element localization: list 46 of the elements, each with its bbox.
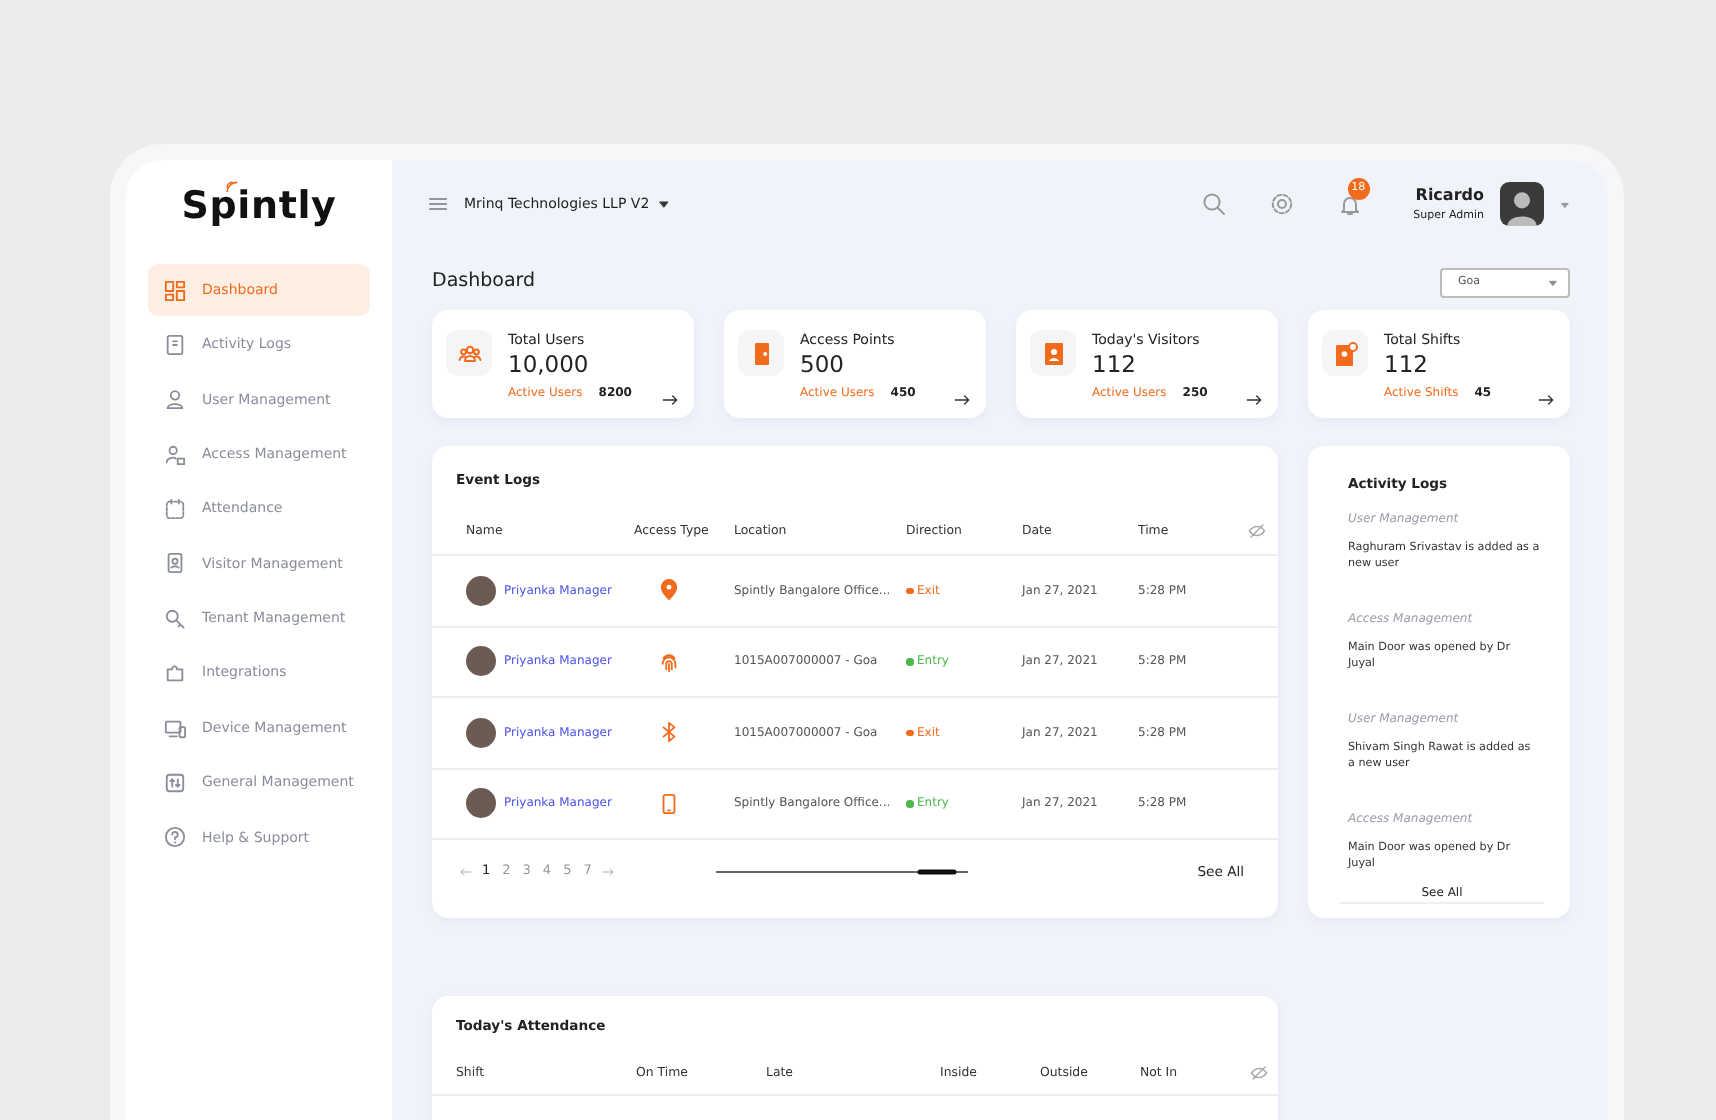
page-title: Dashboard	[432, 268, 536, 297]
arrow-right-icon[interactable]	[1536, 392, 1556, 408]
sort-icon	[164, 772, 186, 795]
key-icon	[164, 607, 186, 630]
eye-off-icon[interactable]	[1245, 521, 1267, 540]
grid-icon	[164, 279, 186, 301]
user-lock-icon	[164, 443, 186, 466]
bell-icon[interactable]	[1337, 192, 1362, 216]
menu-icon[interactable]	[428, 194, 448, 214]
arrow-right-icon[interactable]	[952, 392, 972, 408]
id-badge-icon	[164, 552, 186, 575]
stat-value: 10,000	[508, 351, 591, 377]
signal-icon	[221, 176, 242, 192]
fingerprint-icon	[657, 649, 679, 674]
avatar-circle	[466, 575, 496, 606]
calendar-icon	[164, 498, 186, 521]
caret-down-icon	[657, 198, 670, 210]
bluetooth-icon	[657, 720, 679, 745]
avatar-icon[interactable]	[1500, 182, 1544, 226]
eye-off-icon[interactable]	[1248, 1064, 1270, 1083]
user-name: Ricardo	[1413, 183, 1484, 208]
arrow-right-icon[interactable]	[1244, 392, 1264, 408]
caret-down-icon	[1548, 278, 1558, 288]
user-icon	[164, 388, 186, 411]
devices-icon	[164, 717, 186, 740]
arrow-right-icon[interactable]	[660, 392, 680, 408]
stat-value: 112	[1092, 351, 1138, 377]
portrait-icon	[1041, 341, 1065, 365]
help-icon	[164, 826, 186, 849]
scrollbar[interactable]	[715, 867, 968, 876]
logo-wordmark: Spintly	[181, 188, 337, 226]
stat-value: 500	[800, 351, 846, 377]
stat-value: 112	[1384, 351, 1430, 377]
avatar-circle	[466, 788, 496, 819]
search-icon[interactable]	[1201, 192, 1226, 216]
caret-down-icon	[1560, 199, 1570, 209]
avatar-circle	[466, 717, 496, 748]
location-pin-icon	[657, 578, 679, 603]
settings-icon[interactable]	[1269, 192, 1294, 216]
avatar-circle	[466, 646, 496, 677]
arrow-left-icon[interactable]	[456, 865, 476, 878]
smartphone-icon	[657, 791, 679, 816]
document-icon	[164, 333, 186, 356]
users-icon	[457, 341, 481, 365]
door-icon	[749, 341, 773, 365]
portrait-clock-icon	[1333, 341, 1357, 365]
